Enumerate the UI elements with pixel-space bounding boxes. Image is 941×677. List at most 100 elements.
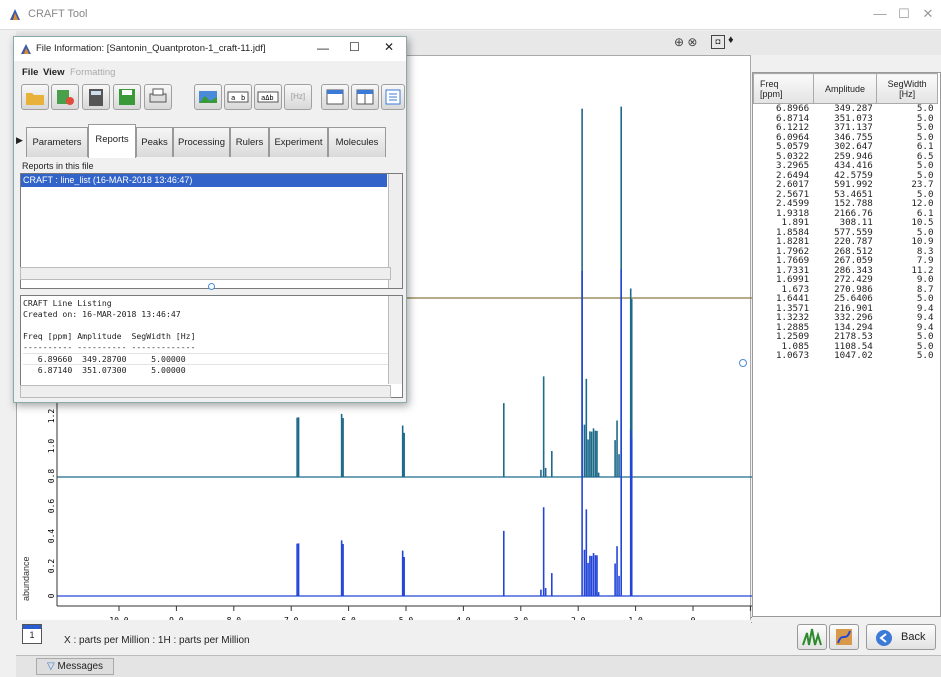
y-tick-label: 0 (47, 593, 56, 598)
layout-two-button[interactable] (351, 84, 379, 110)
dialog-title-bar[interactable]: File Information: [Santonin_Quantproton-… (14, 37, 406, 61)
page-number: 1 (29, 630, 35, 640)
calculator-button[interactable] (82, 84, 110, 110)
tab-rulers-label: Rulers (235, 137, 264, 148)
save-button[interactable] (113, 84, 141, 110)
integrate-button[interactable] (829, 624, 859, 650)
svg-text:aΔb: aΔb (261, 94, 274, 102)
dialog-minimize-button[interactable]: — (317, 41, 329, 55)
reports-horizontal-scrollbar[interactable] (20, 267, 391, 280)
delta-icon: aΔb (257, 91, 279, 103)
zoom-tools-icon[interactable]: ⊕ ⊗ (674, 35, 697, 49)
dialog-maximize-button[interactable]: ☐ (349, 40, 360, 54)
splitter-handle[interactable] (739, 359, 747, 367)
report-line: 6.87140 351.07300 5.00000 (23, 364, 400, 375)
close-button[interactable]: ✕ (916, 6, 940, 22)
report-item-selected[interactable]: CRAFT : line_list (16-MAR-2018 13:46:47) (21, 174, 387, 187)
back-label: Back (901, 631, 926, 643)
cell-segwidth: 5.0 (916, 103, 934, 114)
y-ticks: 0 0.2 0.4 0.6 0.8 1.0 1.2 (47, 409, 56, 599)
col-segwidth-header[interactable]: SegWidth [Hz] (876, 73, 938, 104)
cell-amplitude: 349.287 (834, 103, 873, 114)
cell-amplitude: 1047.02 (834, 350, 873, 361)
menu-view[interactable]: View (43, 67, 64, 78)
layout-list-button[interactable] (381, 84, 405, 110)
line-list-table[interactable]: Freq [ppm] Amplitude SegWidth [Hz] 6.896… (752, 72, 941, 617)
dialog-app-icon (21, 44, 31, 54)
tab-peaks-label: Peaks (141, 137, 168, 148)
craft-app-icon (10, 9, 20, 20)
image-button[interactable] (194, 84, 222, 110)
report-line: Created on: 16-MAR-2018 13:46:47 (23, 309, 181, 319)
import-button[interactable] (51, 84, 79, 110)
page-indicator[interactable]: 1 (22, 624, 42, 644)
menu-file[interactable]: File (22, 67, 38, 78)
tab-molecules-label: Molecules (335, 137, 379, 148)
tab-reports[interactable]: Reports (88, 124, 136, 158)
report-text-horizontal-scrollbar[interactable] (20, 385, 391, 398)
text-format-button[interactable]: ab (224, 84, 252, 110)
tab-molecules[interactable]: Molecules (328, 127, 386, 157)
dialog-title: File Information: [Santonin_Quantproton-… (36, 43, 266, 54)
tab-parameters-label: Parameters (32, 137, 82, 148)
tab-processing[interactable]: Processing (173, 127, 230, 157)
delta-button[interactable]: aΔb (254, 84, 282, 110)
table-row[interactable]: 6.8966 349.287 5.0 (754, 104, 938, 114)
report-text-view[interactable]: CRAFT Line Listing Created on: 16-MAR-201… (20, 295, 403, 398)
report-text-vertical-scrollbar[interactable] (388, 296, 402, 384)
report-line: ---------- ---------- ------------- (23, 342, 196, 352)
tab-peaks[interactable]: Peaks (136, 127, 173, 157)
text-format-icon: ab (227, 91, 249, 103)
axis-units-label: X : parts per Million : 1H : parts per M… (64, 635, 250, 646)
hz-button: [Hz] (284, 84, 312, 110)
hz-label: [Hz] (290, 92, 306, 101)
menu-formatting: Formatting (70, 67, 116, 78)
back-button[interactable]: Back (866, 624, 936, 650)
y-tick-label: 0.2 (47, 559, 56, 574)
peaks-icon (802, 628, 822, 646)
report-line: CRAFT Line Listing (23, 298, 112, 308)
list-icon (385, 89, 401, 105)
y-tick-label: 0.4 (47, 529, 56, 544)
messages-bar[interactable]: ▽ Messages (16, 655, 941, 677)
table-row[interactable]: 1.0673 1047.02 5.0 (754, 351, 938, 361)
y-axis-label: abundance (21, 556, 31, 601)
tab-experiment[interactable]: Experiment (269, 127, 328, 157)
tab-scroll-icon[interactable]: ▶ (16, 135, 23, 146)
file-information-dialog[interactable]: File Information: [Santonin_Quantproton-… (13, 36, 407, 403)
layout-two-icon (356, 89, 374, 105)
cell-freq: 6.8966 (775, 103, 810, 114)
layout-one-button[interactable] (321, 84, 349, 110)
y-tick-label: 0.6 (47, 499, 56, 514)
report-line: 6.89660 349.28700 5.00000 (23, 353, 400, 364)
col-amplitude-header[interactable]: Amplitude (812, 73, 878, 104)
maximize-button[interactable]: ☐ (892, 6, 916, 22)
calculator-icon (89, 89, 103, 106)
print-button[interactable] (144, 84, 172, 110)
import-icon (57, 90, 74, 105)
report-line: Freq [ppm] Amplitude SegWidth [Hz] (23, 331, 196, 341)
y-tick-label: 0.8 (47, 469, 56, 484)
svg-text:b: b (241, 94, 245, 102)
svg-text:a: a (231, 94, 235, 102)
minimize-button[interactable]: — (868, 6, 892, 21)
peak-pick-button[interactable] (797, 624, 827, 650)
messages-tab[interactable]: ▽ Messages (36, 658, 115, 675)
view-dropdown-icon[interactable]: ♦ (728, 34, 734, 46)
main-title-bar: CRAFT Tool — ☐ ✕ (0, 0, 941, 30)
messages-label: Messages (57, 661, 104, 672)
reports-label: Reports in this file (22, 161, 94, 171)
tab-rulers[interactable]: Rulers (230, 127, 269, 157)
view-toggle-icon[interactable]: ◘ (711, 35, 725, 49)
tab-parameters[interactable]: Parameters (26, 127, 88, 157)
col-freq-header[interactable]: Freq [ppm] (753, 73, 814, 104)
dialog-splitter-handle[interactable] (208, 283, 215, 290)
folder-icon (26, 93, 44, 105)
back-icon (876, 630, 892, 646)
cell-segwidth: 5.0 (916, 350, 934, 361)
dialog-close-button[interactable]: ✕ (384, 40, 394, 54)
cell-freq: 1.0673 (775, 350, 810, 361)
status-row: 1 X : parts per Million : 1H : parts per… (16, 620, 751, 654)
report-line (23, 320, 400, 331)
open-folder-button[interactable] (21, 84, 49, 110)
